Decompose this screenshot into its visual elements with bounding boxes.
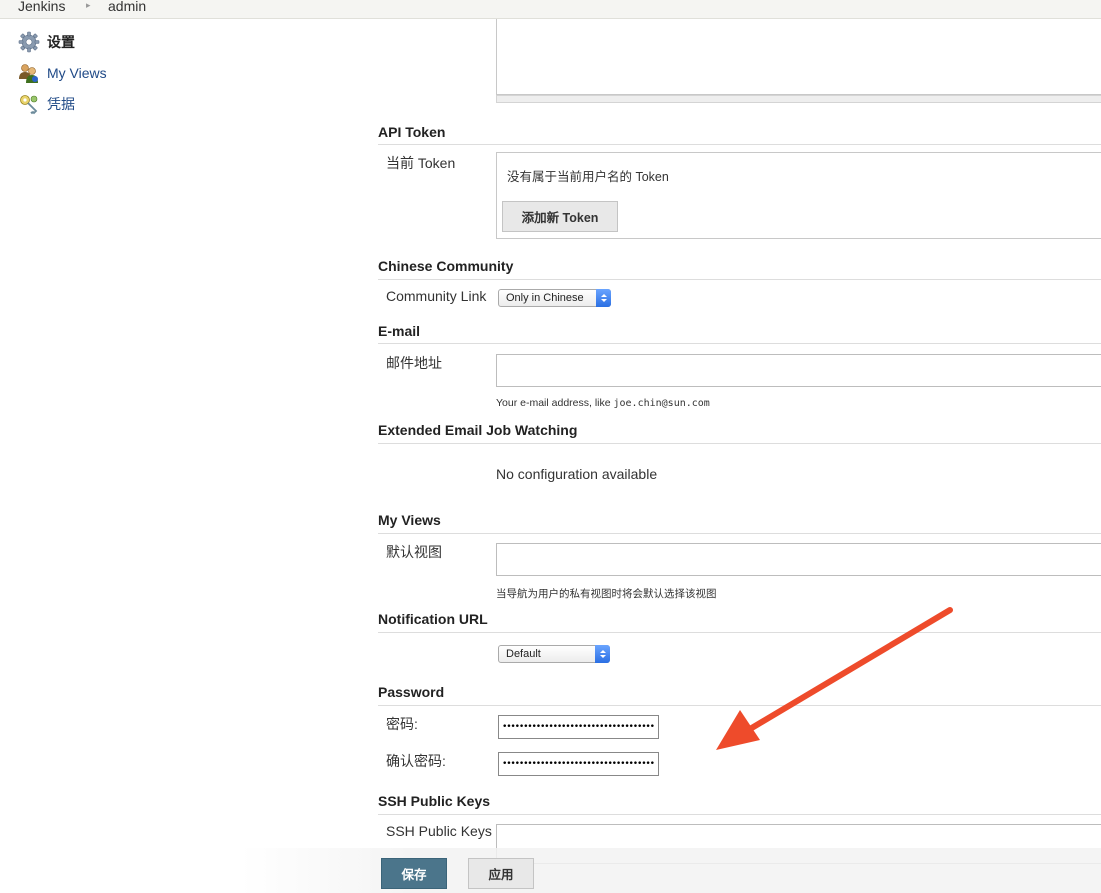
sidebar-item-credentials[interactable]: 凭据	[18, 92, 75, 116]
email-help-prefix: Your e-mail address, like	[496, 397, 614, 409]
community-link-selected: Only in Chinese	[506, 292, 584, 304]
gear-icon	[18, 31, 40, 53]
section-title-extended-email: Extended Email Job Watching	[378, 422, 578, 438]
section-title-notification-url: Notification URL	[378, 611, 488, 627]
credentials-key-icon	[18, 93, 40, 115]
section-divider	[378, 279, 1101, 280]
breadcrumb-admin-link[interactable]: admin	[108, 0, 146, 14]
no-configuration-message: No configuration available	[496, 466, 658, 482]
section-title-email: E-mail	[378, 323, 421, 339]
community-link-select[interactable]: Only in Chinese	[498, 289, 611, 307]
section-title-chinese-community: Chinese Community	[378, 258, 514, 274]
email-address-label: 邮件地址	[386, 355, 442, 371]
notification-url-select[interactable]: Default	[498, 645, 610, 663]
default-view-label: 默认视图	[386, 544, 442, 560]
sidebar-item-label: 凭据	[47, 96, 75, 112]
password-label: 密码:	[386, 716, 418, 732]
select-arrows-icon	[596, 289, 611, 307]
section-divider	[378, 533, 1101, 534]
sidebar-item-label: 设置	[47, 34, 75, 50]
notification-url-selected: Default	[506, 648, 541, 660]
password-input[interactable]: ••••••••••••••••••••••••••••••••••••	[498, 715, 659, 739]
section-title-password: Password	[378, 684, 445, 700]
users-icon	[18, 62, 40, 84]
community-link-label: Community Link	[386, 288, 487, 304]
default-view-input[interactable]	[496, 543, 1101, 576]
token-list-box: 没有属于当前用户名的 Token 添加新 Token	[496, 152, 1101, 239]
sidebar-item-settings[interactable]: 设置	[18, 30, 75, 54]
confirm-password-input[interactable]: ••••••••••••••••••••••••••••••••••••	[498, 752, 659, 776]
section-title-api-token: API Token	[378, 124, 446, 140]
section-title-ssh-keys: SSH Public Keys	[378, 793, 491, 809]
section-divider	[378, 144, 1101, 145]
select-arrows-icon	[595, 645, 610, 663]
email-help-example: joe.chin@sun.com	[613, 398, 710, 409]
annotation-arrow-icon	[716, 607, 953, 750]
description-textarea[interactable]	[496, 19, 1101, 95]
section-divider	[378, 343, 1101, 344]
breadcrumb: Jenkins ▸ admin	[0, 0, 1101, 19]
no-token-message: 没有属于当前用户名的 Token	[507, 170, 669, 184]
section-divider	[378, 443, 1101, 444]
email-help-text: Your e-mail address, like joe.chin@sun.c…	[496, 397, 710, 409]
sidebar-item-my-views[interactable]: My Views	[18, 61, 107, 85]
bottom-action-bar	[240, 848, 1101, 893]
section-title-my-views: My Views	[378, 512, 441, 528]
section-divider	[378, 814, 1101, 815]
breadcrumb-separator-icon[interactable]: ▸	[86, 0, 91, 11]
default-view-help-text: 当导航为用户的私有视图时将会默认选择该视图	[496, 588, 717, 600]
confirm-password-label: 确认密码:	[386, 753, 446, 769]
sidebar-item-label: My Views	[47, 65, 107, 81]
textarea-resize-bar[interactable]	[496, 95, 1101, 103]
save-button[interactable]: 保存	[381, 858, 447, 889]
breadcrumb-jenkins-link[interactable]: Jenkins	[18, 0, 65, 14]
email-address-input[interactable]	[496, 354, 1101, 387]
ssh-public-keys-label: SSH Public Keys	[386, 823, 492, 839]
current-token-label: 当前 Token	[386, 155, 456, 171]
add-new-token-button[interactable]: 添加新 Token	[502, 201, 618, 232]
apply-button[interactable]: 应用	[468, 858, 534, 889]
